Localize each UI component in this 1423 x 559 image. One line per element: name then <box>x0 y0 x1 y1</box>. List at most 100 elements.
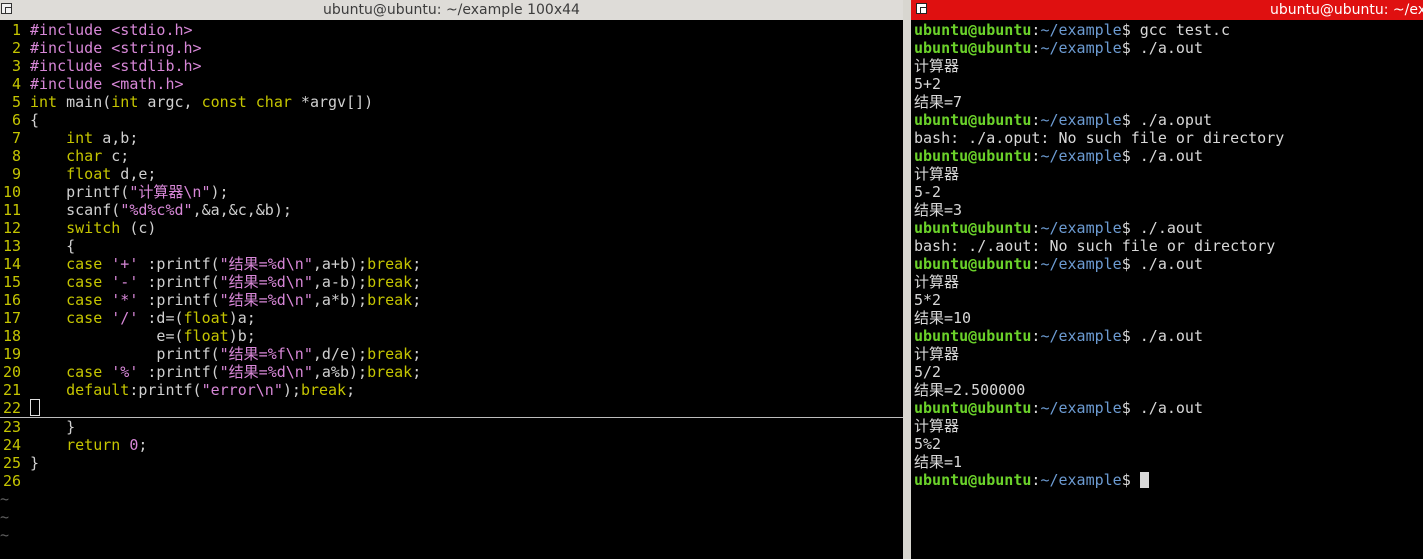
code-token: " <box>303 273 313 291</box>
code-token: :printf( <box>129 381 202 399</box>
code-token: '+' <box>111 255 139 273</box>
code-token: ,a%b); <box>312 363 368 381</box>
code-token: ; <box>412 345 422 363</box>
code-text: int main(int argc, const char *argv[]) <box>30 93 373 111</box>
code-token: %d\n <box>267 255 304 273</box>
code-token: "结果= <box>219 363 268 381</box>
code-token: break <box>367 345 413 363</box>
code-token: '%' <box>111 363 139 381</box>
line-number: 18 <box>2 327 21 345</box>
prompt-path: ~/example <box>1040 471 1122 489</box>
code-text: printf("结果=%f\n",d/e);break; <box>30 345 421 363</box>
code-token: int <box>111 93 139 111</box>
output-line: 结果=3 <box>914 201 1423 219</box>
code-line[interactable]: 20 case '%' :printf("结果=%d\n",a%b);break… <box>0 363 903 381</box>
code-token: '/' <box>111 309 139 327</box>
code-line[interactable]: 3 #include <stdlib.h> <box>0 57 903 75</box>
right-titlebar[interactable]: ubuntu@ubuntu: ~/exa <box>911 0 1423 20</box>
code-line[interactable]: 23 } <box>0 418 903 436</box>
code-line[interactable]: 12 switch (c) <box>0 219 903 237</box>
code-line[interactable]: 16 case '*' :printf("结果=%d\n",a*b);break… <box>0 291 903 309</box>
vim-editor[interactable]: 1 #include <stdio.h> 2 #include <string.h> 3… <box>0 20 903 559</box>
code-line[interactable]: 13 { <box>0 237 903 255</box>
output-line: 结果=1 <box>914 453 1423 471</box>
code-token: ,a-b); <box>312 273 368 291</box>
code-line[interactable]: 11 scanf("%d%c%d",&a,&c,&b); <box>0 201 903 219</box>
code-token: case <box>66 273 103 291</box>
shell-output[interactable]: ubuntu@ubuntu:~/example$ gcc test.c ubunt… <box>914 20 1423 559</box>
code-line[interactable]: 15 case '-' :printf("结果=%d\n",a-b);break… <box>0 273 903 291</box>
shell-terminal-window[interactable]: ubuntu@ubuntu: ~/exa ubuntu@ubuntu:~/exa… <box>911 0 1423 559</box>
prompt-symbol: $ <box>1121 147 1140 165</box>
code-token: " <box>303 291 313 309</box>
output-text: 计算器 <box>914 417 960 435</box>
output-text: 结果=2.500000 <box>914 381 1026 399</box>
vim-terminal-window[interactable]: ubuntu@ubuntu: ~/example 100x44 1 #includ… <box>0 0 903 559</box>
output-text: 计算器 <box>914 273 960 291</box>
code-token: %d\n <box>267 273 304 291</box>
code-token: %f\n <box>267 345 304 363</box>
code-line[interactable]: 6{ <box>0 111 903 129</box>
code-line[interactable]: 1 #include <stdio.h> <box>0 21 903 39</box>
code-line[interactable]: 10 printf("计算器\n"); <box>0 183 903 201</box>
code-line[interactable]: 14 case '+' :printf("结果=%d\n",a+b);break… <box>0 255 903 273</box>
code-line[interactable]: 2 #include <string.h> <box>0 39 903 57</box>
code-token: "结果= <box>219 345 268 363</box>
code-line[interactable]: 17 case '/' :d=(float)a; <box>0 309 903 327</box>
code-line[interactable]: 4 #include <math.h> <box>0 75 903 93</box>
prompt-path: ~/example <box>1040 327 1122 345</box>
code-token: )a; <box>228 309 256 327</box>
code-line[interactable]: 21 default:printf("error\n");break; <box>0 381 903 399</box>
code-token: '*' <box>111 291 139 309</box>
code-line[interactable]: 5 int main(int argc, const char *argv[]) <box>0 93 903 111</box>
empty-buffer-line: ~ <box>0 508 903 526</box>
code-token: float <box>66 165 112 183</box>
code-line[interactable]: 9 float d,e; <box>0 165 903 183</box>
code-text: e=(float)b; <box>30 327 255 345</box>
output-line: 计算器 <box>914 57 1423 75</box>
left-titlebar[interactable]: ubuntu@ubuntu: ~/example 100x44 <box>0 0 903 20</box>
line-number: 9 <box>11 165 21 183</box>
output-line: 结果=2.500000 <box>914 381 1423 399</box>
output-line: 计算器 <box>914 273 1423 291</box>
code-text: case '*' :printf("结果=%d\n",a*b);break; <box>30 291 421 309</box>
code-token: case <box>66 255 103 273</box>
pane-divider[interactable] <box>903 0 911 559</box>
code-token: :printf( <box>138 363 220 381</box>
code-token: ); <box>210 183 229 201</box>
line-number: 21 <box>2 381 21 399</box>
line-number: 25 <box>2 454 21 472</box>
code-line[interactable]: 7 int a,b; <box>0 129 903 147</box>
code-token: (c) <box>120 219 157 237</box>
code-text: { <box>30 237 75 255</box>
code-token: "结果= <box>219 273 268 291</box>
code-line[interactable]: 26 <box>0 472 903 490</box>
code-token: float <box>183 309 229 327</box>
code-line[interactable]: 8 char c; <box>0 147 903 165</box>
code-line[interactable]: 25} <box>0 454 903 472</box>
code-token: :printf( <box>138 255 220 273</box>
code-line[interactable]: 18 e=(float)b; <box>0 327 903 345</box>
code-line[interactable]: 24 return 0; <box>0 436 903 454</box>
output-text: 5/2 <box>914 363 942 381</box>
prompt-line: ubuntu@ubuntu:~/example$ ./a.oput <box>914 111 1423 129</box>
prompt-path: ~/example <box>1040 255 1122 273</box>
code-line[interactable]: 22 <box>0 399 903 418</box>
output-text: 5*2 <box>914 291 942 309</box>
code-text: case '/' :d=(float)a; <box>30 309 256 327</box>
line-number: 2 <box>11 39 21 57</box>
code-line[interactable]: 19 printf("结果=%f\n",d/e);break; <box>0 345 903 363</box>
line-number: 5 <box>11 93 21 111</box>
prompt-line: ubuntu@ubuntu:~/example$ gcc test.c <box>914 21 1423 39</box>
output-text: 结果=10 <box>914 309 972 327</box>
prompt-line: ubuntu@ubuntu:~/example$ ./a.out <box>914 327 1423 345</box>
command-text: ./a.out <box>1139 327 1203 345</box>
code-token: break <box>367 255 413 273</box>
output-line: 结果=10 <box>914 309 1423 327</box>
prompt-symbol: $ <box>1121 111 1140 129</box>
output-text: 结果=3 <box>914 201 963 219</box>
prompt-user: ubuntu@ubuntu <box>914 255 1032 273</box>
